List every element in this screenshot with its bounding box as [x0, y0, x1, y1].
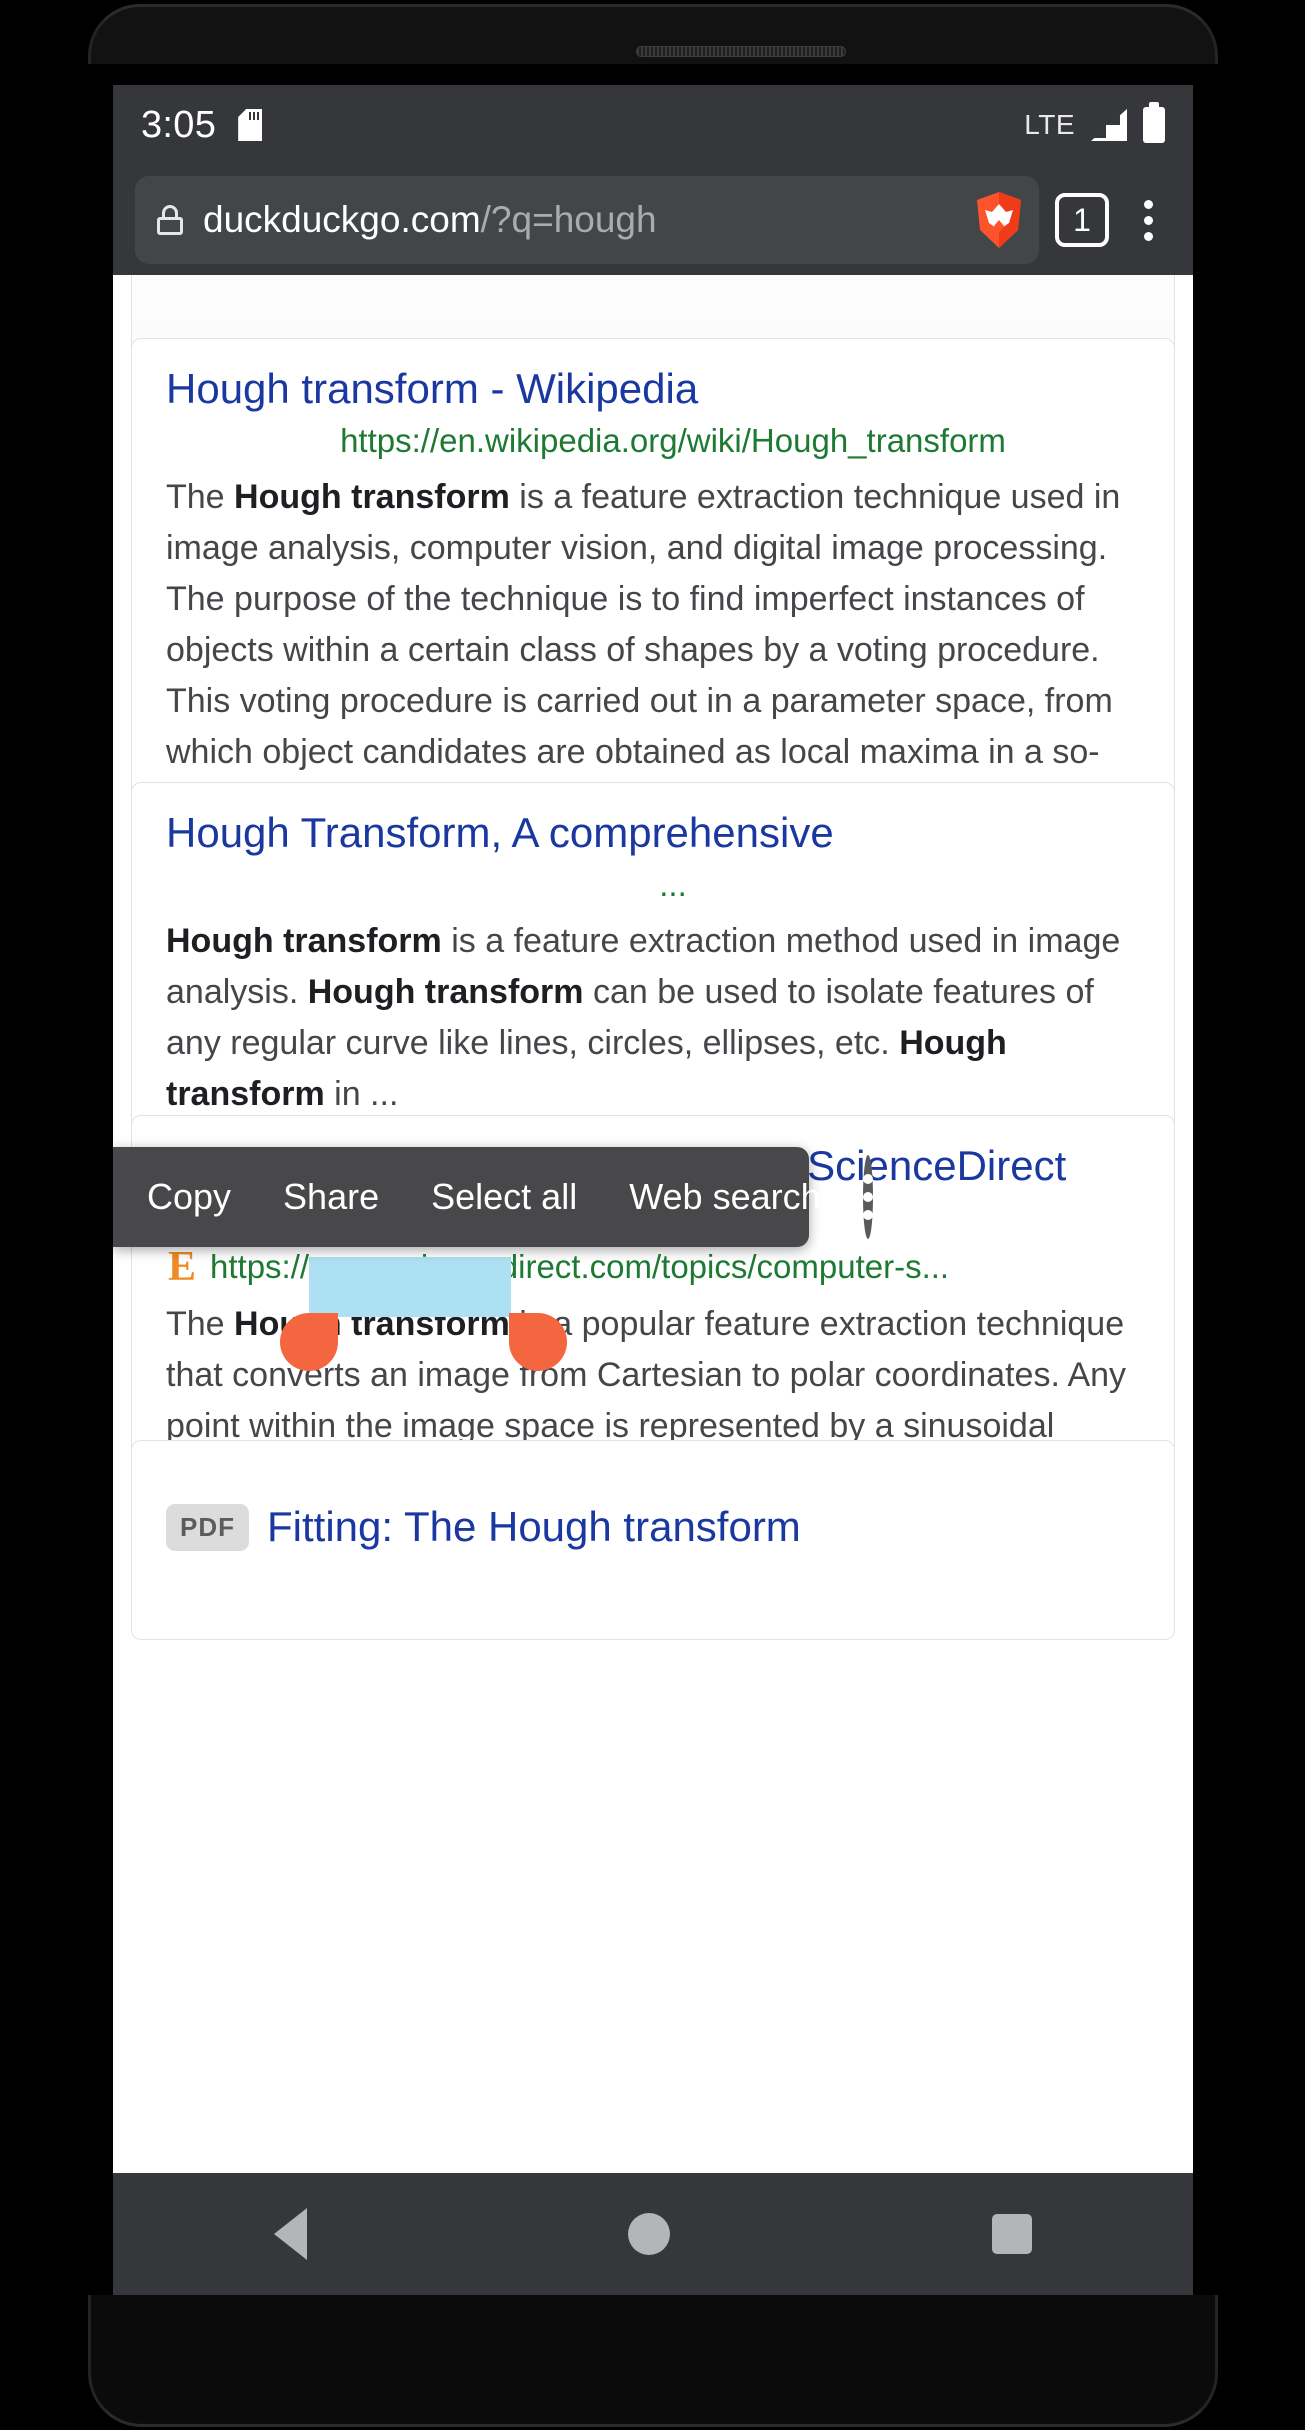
text-selection-highlight	[309, 1257, 511, 1317]
search-result-comprehensive[interactable]: Hough Transform, A comprehensive ... Hou…	[131, 782, 1175, 1151]
lock-icon	[157, 205, 183, 235]
selection-handle-start[interactable]	[280, 1313, 338, 1371]
selection-handle-end[interactable]	[509, 1313, 567, 1371]
snippet-bold-1: Hough transform	[166, 921, 442, 960]
snippet-bold: Hough transform	[234, 477, 510, 516]
phone-bottom-bezel	[88, 2295, 1218, 2427]
result-url-row: ...	[166, 866, 1140, 904]
back-triangle-icon[interactable]	[273, 2208, 307, 2260]
elsevier-e-icon: E	[167, 1244, 196, 1291]
tab-counter-button[interactable]: 1	[1055, 193, 1109, 247]
url-domain: duckduckgo.com	[203, 199, 481, 240]
signal-strength-icon	[1091, 109, 1127, 141]
url-text: duckduckgo.com/?q=hough	[203, 199, 965, 241]
result-url[interactable]: https://en.wikipedia.org/wiki/Hough_tran…	[166, 422, 1140, 460]
network-type-label: LTE	[1024, 109, 1075, 140]
snippet-post: is a feature extraction technique used i…	[166, 477, 1121, 822]
recents-square-icon[interactable]	[992, 2214, 1033, 2254]
url-bar[interactable]: duckduckgo.com/?q=hough	[135, 176, 1039, 264]
result-title-link[interactable]: Fitting: The Hough transform	[267, 1503, 801, 1551]
context-menu-item-web-search[interactable]: Web search	[603, 1176, 846, 1218]
url-query-path: /?q=hough	[480, 199, 657, 240]
browser-toolbar: duckduckgo.com/?q=hough 1	[113, 165, 1193, 275]
context-menu-item-copy[interactable]: Copy	[121, 1176, 257, 1218]
result-snippet: The Hough transform is a feature extract…	[166, 472, 1140, 829]
snippet-pre: The	[166, 477, 235, 516]
pdf-badge: PDF	[166, 1503, 249, 1551]
result-title-link[interactable]: Hough transform - Wikipedia	[166, 365, 1140, 414]
result-snippet: Hough transform is a feature extraction …	[166, 916, 1140, 1120]
result-url-row: https://en.wikipedia.org/wiki/Hough_tran…	[166, 422, 1140, 460]
context-menu-item-share[interactable]: Share	[257, 1176, 405, 1218]
phone-frame: More images Hough transform - Wikipedia …	[0, 0, 1305, 2430]
search-result-pdf[interactable]: PDF Fitting: The Hough transform	[131, 1440, 1175, 1640]
snippet-bold-2: Hough transform	[307, 972, 584, 1011]
phone-screen: More images Hough transform - Wikipedia …	[113, 85, 1193, 2295]
android-navigation-bar	[113, 2173, 1193, 2295]
result-url-ellipsis[interactable]: ...	[166, 866, 1140, 904]
status-clock: 3:05	[141, 103, 217, 146]
text-selection-context-menu: Copy Share Select all Web search	[113, 1147, 873, 1247]
result-title-link[interactable]: Hough Transform, A comprehensive	[166, 809, 1140, 858]
battery-icon	[1143, 102, 1165, 143]
context-menu-item-select-all[interactable]: Select all	[405, 1176, 603, 1218]
status-bar: 3:05 LTE	[113, 85, 1193, 165]
phone-top-bezel	[88, 4, 1218, 64]
home-circle-icon[interactable]	[628, 2213, 671, 2255]
sd-card-icon	[238, 109, 262, 141]
context-menu-overflow-icon[interactable]	[862, 1155, 873, 1239]
snippet-pre: The	[166, 1305, 235, 1344]
earpiece-speaker	[636, 46, 846, 57]
three-dot-menu-icon[interactable]	[1125, 190, 1171, 250]
brave-lion-shield-icon[interactable]	[973, 190, 1025, 250]
status-bar-left: 3:05	[141, 104, 262, 147]
status-bar-right: LTE	[1024, 102, 1165, 143]
snippet-text-3: in ...	[324, 1074, 399, 1113]
pdf-title-row: PDF Fitting: The Hough transform	[166, 1503, 1140, 1551]
